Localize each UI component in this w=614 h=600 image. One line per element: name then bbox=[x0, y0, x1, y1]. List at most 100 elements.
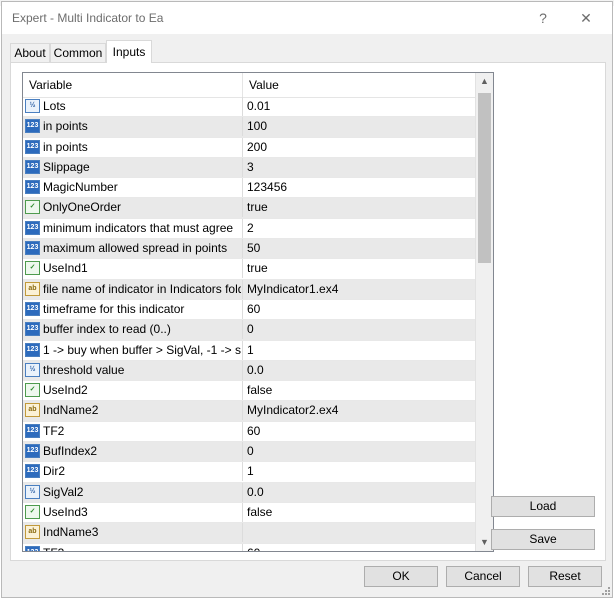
table-row[interactable]: ½ threshold value 0.0 bbox=[23, 360, 475, 382]
table-row[interactable]: 123 maximum allowed spread in points 50 bbox=[23, 239, 475, 260]
table-row[interactable]: 123 TF2 60 bbox=[23, 421, 475, 443]
value-cell[interactable] bbox=[243, 523, 475, 542]
integer-type-icon: 123 bbox=[25, 220, 40, 235]
tab-common[interactable]: Common bbox=[50, 43, 106, 62]
value-cell[interactable]: false bbox=[243, 503, 475, 522]
variable-name: IndName3 bbox=[43, 525, 99, 540]
value-cell[interactable]: 0.0 bbox=[243, 483, 475, 502]
variable-cell: 123 timeframe for this indicator bbox=[23, 299, 243, 319]
table-row[interactable]: 123 Dir2 1 bbox=[23, 462, 475, 483]
integer-type-icon: 123 bbox=[25, 423, 40, 438]
value-cell[interactable]: true bbox=[243, 259, 475, 278]
table-row[interactable]: ✓ UseInd3 false bbox=[23, 502, 475, 524]
variable-cell: ✓ UseInd1 bbox=[23, 259, 243, 279]
tab-inputs[interactable]: Inputs bbox=[106, 40, 152, 63]
column-header-value[interactable]: Value bbox=[243, 73, 475, 97]
value-cell[interactable]: 60 bbox=[243, 544, 475, 551]
variable-name: UseInd3 bbox=[43, 504, 88, 519]
value-cell[interactable]: 0.01 bbox=[243, 97, 475, 116]
table-row[interactable]: ½ SigVal2 0.0 bbox=[23, 482, 475, 503]
grid-header: Variable Value bbox=[23, 73, 475, 98]
value-cell[interactable]: 1 bbox=[243, 462, 475, 481]
value-cell[interactable]: 0.0 bbox=[243, 361, 475, 380]
variable-cell: 123 in points bbox=[23, 117, 243, 137]
value-cell[interactable]: 50 bbox=[243, 239, 475, 258]
value-cell[interactable]: false bbox=[243, 381, 475, 400]
table-row[interactable]: 123 MagicNumber 123456 bbox=[23, 178, 475, 199]
resize-grip-icon[interactable] bbox=[600, 585, 610, 595]
value-cell[interactable]: 3 bbox=[243, 158, 475, 177]
value-cell[interactable]: 60 bbox=[243, 300, 475, 319]
reset-button[interactable]: Reset bbox=[528, 566, 602, 587]
table-row[interactable]: 123 in points 100 bbox=[23, 117, 475, 138]
vertical-scrollbar[interactable]: ▲ ▼ bbox=[475, 73, 493, 551]
table-row[interactable]: ✓ UseInd1 true bbox=[23, 259, 475, 280]
variable-name: minimum indicators that must agree bbox=[43, 220, 234, 235]
expert-properties-dialog: Expert - Multi Indicator to Ea ? ✕ About… bbox=[1, 1, 613, 598]
tab-about[interactable]: About bbox=[10, 43, 50, 62]
value-cell[interactable]: 1 bbox=[243, 341, 475, 360]
value-cell[interactable]: 200 bbox=[243, 138, 475, 157]
table-row[interactable]: 123 Slippage 3 bbox=[23, 157, 475, 179]
table-row[interactable]: 123 minimum indicators that must agree 2 bbox=[23, 218, 475, 240]
integer-type-icon: 123 bbox=[25, 342, 40, 357]
table-row[interactable]: ab IndName3 bbox=[23, 523, 475, 544]
variable-cell: ab IndName2 bbox=[23, 401, 243, 421]
table-row[interactable]: 123 1 -> buy when buffer > SigVal, -1 -> … bbox=[23, 340, 475, 361]
integer-type-icon: 123 bbox=[25, 119, 40, 134]
ok-button[interactable]: OK bbox=[364, 566, 438, 587]
double-type-icon: ½ bbox=[25, 484, 40, 499]
variable-cell: 123 in points bbox=[23, 137, 243, 157]
value-cell[interactable]: 60 bbox=[243, 422, 475, 441]
value-cell[interactable]: MyIndicator1.ex4 bbox=[243, 280, 475, 299]
table-row[interactable]: ab file name of indicator in Indicators f… bbox=[23, 279, 475, 300]
variable-name: BufIndex2 bbox=[43, 444, 98, 459]
variable-cell: 123 TF2 bbox=[23, 421, 243, 441]
integer-type-icon: 123 bbox=[25, 301, 40, 316]
grid-rows: ½ Lots 0.01 123 in points 100 123 in points 200 1… bbox=[23, 97, 475, 551]
variable-cell: ✓ UseInd2 bbox=[23, 381, 243, 401]
help-button[interactable]: ? bbox=[532, 8, 554, 28]
table-row[interactable]: 123TF360 bbox=[23, 543, 475, 551]
column-header-variable[interactable]: Variable bbox=[23, 73, 243, 97]
value-cell[interactable]: 0 bbox=[243, 442, 475, 461]
integer-type-icon: 123 bbox=[25, 322, 40, 337]
double-type-icon: ½ bbox=[25, 99, 40, 113]
close-button[interactable]: ✕ bbox=[575, 8, 597, 28]
cancel-button[interactable]: Cancel bbox=[446, 566, 520, 587]
value-cell[interactable]: 0 bbox=[243, 320, 475, 339]
table-row[interactable]: ✓ UseInd2 false bbox=[23, 381, 475, 402]
table-row[interactable]: 123 in points 200 bbox=[23, 137, 475, 158]
table-row[interactable]: 123 BufIndex2 0 bbox=[23, 442, 475, 463]
table-row[interactable]: 123 timeframe for this indicator 60 bbox=[23, 299, 475, 321]
value-cell[interactable]: MyIndicator2.ex4 bbox=[243, 401, 475, 420]
save-button[interactable]: Save bbox=[491, 529, 595, 550]
variable-cell: 123 BufIndex2 bbox=[23, 442, 243, 462]
scrollbar-thumb[interactable] bbox=[478, 93, 491, 263]
value-cell[interactable]: 123456 bbox=[243, 178, 475, 197]
bool-type-icon: ✓ bbox=[25, 261, 40, 276]
variable-name: TF2 bbox=[43, 423, 65, 438]
string-type-icon: ab bbox=[25, 525, 40, 540]
variable-cell: ✓ UseInd3 bbox=[23, 502, 243, 522]
variable-cell: 123 MagicNumber bbox=[23, 178, 243, 198]
variable-name: in points bbox=[43, 119, 88, 134]
variable-cell: 123 buffer index to read (0..) bbox=[23, 320, 243, 340]
table-row[interactable]: ½ Lots 0.01 bbox=[23, 97, 475, 118]
integer-type-icon: 123 bbox=[25, 545, 40, 551]
variable-name: Dir2 bbox=[43, 464, 66, 479]
value-cell[interactable]: 2 bbox=[243, 219, 475, 238]
variable-cell: 123TF3 bbox=[23, 543, 243, 551]
variable-name: buffer index to read (0..) bbox=[43, 322, 171, 337]
variable-name: Lots bbox=[43, 99, 66, 113]
table-row[interactable]: ab IndName2 MyIndicator2.ex4 bbox=[23, 401, 475, 422]
table-row[interactable]: 123 buffer index to read (0..) 0 bbox=[23, 320, 475, 341]
load-button[interactable]: Load bbox=[491, 496, 595, 517]
value-cell[interactable]: 100 bbox=[243, 117, 475, 136]
title-bar: Expert - Multi Indicator to Ea ? ✕ bbox=[2, 2, 612, 34]
table-row[interactable]: ✓ OnlyOneOrder true bbox=[23, 198, 475, 219]
variable-name: IndName2 bbox=[43, 403, 99, 418]
value-cell[interactable]: true bbox=[243, 198, 475, 217]
double-type-icon: ½ bbox=[25, 362, 40, 377]
scroll-up-arrow-icon[interactable]: ▲ bbox=[476, 73, 493, 90]
